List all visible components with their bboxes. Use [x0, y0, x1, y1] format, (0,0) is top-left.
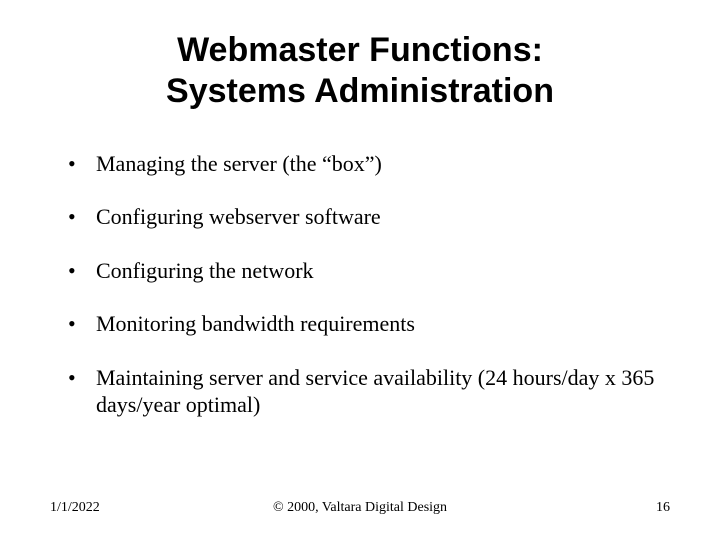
bullet-list: Managing the server (the “box”) Configur…	[68, 150, 670, 419]
footer-copyright: © 2000, Valtara Digital Design	[273, 500, 447, 516]
slide-title: Webmaster Functions: Systems Administrat…	[50, 30, 670, 112]
bullet-item: Monitoring bandwidth requirements	[68, 310, 670, 338]
bullet-item: Maintaining server and service availabil…	[68, 364, 670, 419]
bullet-item: Configuring the network	[68, 257, 670, 285]
footer-date: 1/1/2022	[50, 500, 100, 516]
title-line-1: Webmaster Functions:	[177, 31, 543, 69]
slide-footer: 1/1/2022 © 2000, Valtara Digital Design …	[0, 500, 720, 516]
bullet-item: Managing the server (the “box”)	[68, 150, 670, 178]
footer-page-number: 16	[656, 500, 670, 516]
title-line-2: Systems Administration	[166, 72, 554, 110]
bullet-item: Configuring webserver software	[68, 203, 670, 231]
slide: Webmaster Functions: Systems Administrat…	[0, 0, 720, 540]
slide-content: Managing the server (the “box”) Configur…	[50, 150, 670, 419]
